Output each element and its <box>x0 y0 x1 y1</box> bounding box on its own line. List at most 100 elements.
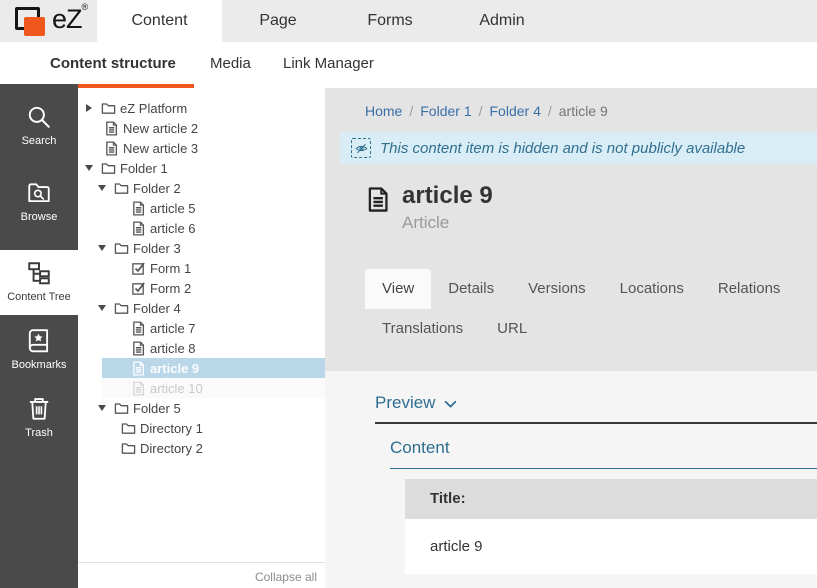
folder-icon <box>114 301 129 316</box>
breadcrumb-link-folder-1[interactable]: Folder 1 <box>420 103 471 119</box>
form-icon <box>131 281 146 296</box>
tab-translations[interactable]: Translations <box>365 309 480 349</box>
sidebar-item-bookmarks[interactable]: Bookmarks <box>0 328 78 371</box>
tree-item-folder-5[interactable]: Folder 5 <box>78 398 325 418</box>
article-icon <box>131 321 146 336</box>
sidebar-item-label: Content Tree <box>0 291 78 303</box>
ez-logo-orange-square-icon <box>24 17 45 36</box>
tab-view[interactable]: View <box>365 269 431 309</box>
subnav-media[interactable]: Media <box>210 42 251 88</box>
tree-item-article-10-hidden[interactable]: article 10 <box>102 378 325 398</box>
folder-icon <box>101 101 116 116</box>
tree-item-label: New article 2 <box>123 121 198 136</box>
tree-item-label: article 7 <box>150 321 196 336</box>
tree-item-new-article-2[interactable]: New article 2 <box>78 118 325 138</box>
tree-item-folder-1[interactable]: Folder 1 <box>78 158 325 178</box>
field-value: article 9 <box>405 519 817 574</box>
registered-mark: ® <box>82 2 89 12</box>
tab-view-body: Preview Content Title: article 9 <box>325 371 817 588</box>
article-icon <box>131 381 146 396</box>
trash-icon <box>26 396 52 422</box>
collapse-all-button[interactable]: Collapse all <box>78 562 325 588</box>
collapse-arrow-icon[interactable] <box>98 305 106 311</box>
breadcrumb-link-folder-4[interactable]: Folder 4 <box>490 103 541 119</box>
subnav-link-manager[interactable]: Link Manager <box>283 42 374 88</box>
content-header-section: Home/Folder 1/Folder 4/article 9 This co… <box>325 88 817 371</box>
tree-item-label: eZ Platform <box>120 101 187 116</box>
hidden-eye-icon <box>351 138 371 158</box>
collapse-arrow-icon[interactable] <box>98 405 106 411</box>
sidebar-item-trash[interactable]: Trash <box>0 396 78 439</box>
tree-item-folder-4[interactable]: Folder 4 <box>78 298 325 318</box>
tab-details[interactable]: Details <box>431 269 511 309</box>
top-tab-forms[interactable]: Forms <box>334 0 446 42</box>
collapse-arrow-icon[interactable] <box>98 245 106 251</box>
tree-item-label: article 10 <box>150 381 203 396</box>
notice-text: This content item is hidden and is not p… <box>380 140 745 157</box>
field-label: Title: <box>405 479 817 519</box>
tree-item-folder-3[interactable]: Folder 3 <box>78 238 325 258</box>
tree-item-folder-2[interactable]: Folder 2 <box>78 178 325 198</box>
field-table: Title: article 9 <box>405 479 817 574</box>
tree-item-ez-platform[interactable]: eZ Platform <box>78 98 325 118</box>
sidebar-item-content-tree[interactable]: Content Tree <box>0 250 78 315</box>
sidebar-item-label: Search <box>0 135 78 147</box>
subnav-content-structure[interactable]: Content structure <box>50 42 176 88</box>
collapse-arrow-icon[interactable] <box>85 165 93 171</box>
article-icon <box>131 361 146 376</box>
breadcrumb-separator: / <box>548 103 552 119</box>
preview-label: Preview <box>375 393 435 413</box>
tree-item-article-8[interactable]: article 8 <box>78 338 325 358</box>
expand-arrow-icon[interactable] <box>86 104 92 112</box>
folder-icon <box>114 181 129 196</box>
tree-item-form-2[interactable]: Form 2 <box>78 278 325 298</box>
main-content: Home/Folder 1/Folder 4/article 9 This co… <box>325 88 817 588</box>
folder-icon <box>101 161 116 176</box>
article-icon <box>131 341 146 356</box>
top-bar: eZ® Content Page Forms Admin <box>0 0 817 42</box>
breadcrumb-separator: / <box>409 103 413 119</box>
sidebar-item-search[interactable]: Search <box>0 104 78 147</box>
tree-item-label: Form 2 <box>150 281 191 296</box>
sidebar-item-browse[interactable]: Browse <box>0 180 78 223</box>
tree-item-label: article 9 <box>150 361 199 376</box>
tree-item-article-6[interactable]: article 6 <box>78 218 325 238</box>
tree-item-article-5[interactable]: article 5 <box>78 198 325 218</box>
tree-item-label: Directory 1 <box>140 421 203 436</box>
ez-logo[interactable]: eZ® <box>15 5 101 37</box>
sidebar-item-label: Browse <box>0 211 78 223</box>
tree-item-article-7[interactable]: article 7 <box>78 318 325 338</box>
tree-item-label: Form 1 <box>150 261 191 276</box>
breadcrumb-link-home[interactable]: Home <box>365 103 402 119</box>
top-tab-content[interactable]: Content <box>97 0 222 42</box>
tree-item-directory-1[interactable]: Directory 1 <box>78 418 325 438</box>
top-tab-admin[interactable]: Admin <box>446 0 558 42</box>
tree-item-label: Folder 1 <box>120 161 168 176</box>
top-tab-page[interactable]: Page <box>222 0 334 42</box>
secondary-nav: Content structure Media Link Manager <box>0 42 817 88</box>
tree-item-article-9-selected[interactable]: article 9 <box>102 358 325 378</box>
tab-locations[interactable]: Locations <box>603 269 701 309</box>
browse-icon <box>26 180 52 206</box>
left-sidebar: Search Browse Content Tree Bookmarks Tra… <box>0 84 78 588</box>
tree-item-label: Folder 3 <box>133 241 181 256</box>
tab-url[interactable]: URL <box>480 309 544 349</box>
search-icon <box>26 104 52 130</box>
tree-item-directory-2[interactable]: Directory 2 <box>78 438 325 458</box>
form-icon <box>131 261 146 276</box>
sidebar-item-label: Trash <box>0 427 78 439</box>
content-tree-panel: eZ Platform New article 2 New article 3 … <box>78 88 325 588</box>
tab-relations[interactable]: Relations <box>701 269 798 309</box>
tree-item-label: Folder 2 <box>133 181 181 196</box>
folder-icon <box>114 401 129 416</box>
preview-section-header[interactable]: Preview <box>375 393 817 424</box>
content-section-heading: Content <box>390 438 817 469</box>
collapse-arrow-icon[interactable] <box>98 185 106 191</box>
tree-item-label: New article 3 <box>123 141 198 156</box>
tree-item-form-1[interactable]: Form 1 <box>78 258 325 278</box>
folder-icon <box>114 241 129 256</box>
tree-item-label: article 6 <box>150 221 196 236</box>
tab-versions[interactable]: Versions <box>511 269 603 309</box>
article-icon <box>131 201 146 216</box>
tree-item-new-article-3[interactable]: New article 3 <box>78 138 325 158</box>
